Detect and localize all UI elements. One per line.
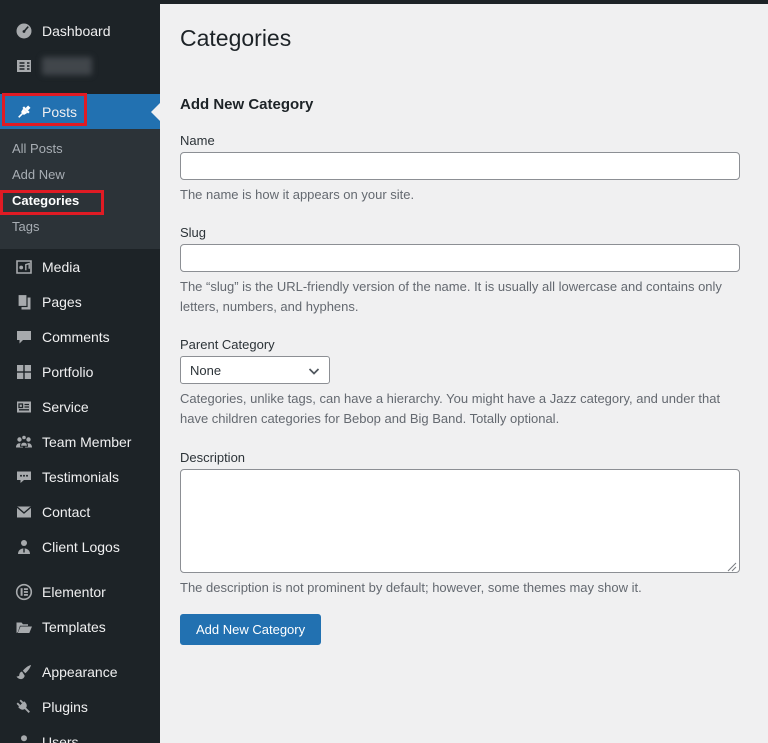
user-icon [14, 732, 34, 743]
comment-icon [14, 327, 34, 347]
sidebar-item-label: Service [42, 399, 89, 415]
parent-category-field-group: Parent Category None Categories, unlike … [180, 337, 740, 429]
sidebar-item-posts[interactable]: Posts [0, 94, 160, 129]
sidebar-item-plugins[interactable]: Plugins [0, 689, 160, 724]
sidebar-item-client-logos[interactable]: Client Logos [0, 529, 160, 564]
sidebar-item-label: Portfolio [42, 364, 93, 380]
media-icon [14, 257, 34, 277]
sidebar-item-label: Team Member [42, 434, 131, 450]
sidebar-item-label: Contact [42, 504, 90, 520]
plug-icon [14, 697, 34, 717]
sidebar-item-label: Posts [42, 104, 77, 120]
parent-category-selected-value: None [190, 363, 221, 378]
slug-help-text: The “slug” is the URL-friendly version o… [180, 277, 740, 317]
sidebar-item-label: Users [42, 734, 79, 743]
name-label: Name [180, 133, 740, 148]
parent-category-help-text: Categories, unlike tags, can have a hier… [180, 389, 740, 429]
page-title: Categories [180, 24, 740, 54]
sidebar-item-media[interactable]: Media [0, 249, 160, 284]
envelope-icon [14, 502, 34, 522]
sidebar-item-pages[interactable]: Pages [0, 284, 160, 319]
slug-field-group: Slug The “slug” is the URL-friendly vers… [180, 225, 740, 317]
sidebar-item-team-member[interactable]: Team Member [0, 424, 160, 459]
resize-handle[interactable] [727, 559, 737, 569]
sidebar-item-redacted[interactable] [0, 48, 160, 83]
description-textarea[interactable] [180, 469, 740, 573]
sidebar-item-label: Testimonials [42, 469, 119, 485]
sidebar-item-dashboard[interactable]: Dashboard [0, 13, 160, 48]
submenu-item-all-posts[interactable]: All Posts [0, 136, 160, 162]
pushpin-icon [14, 102, 34, 122]
description-label: Description [180, 450, 740, 465]
sidebar-item-label: Pages [42, 294, 82, 310]
sidebar-item-label: Elementor [42, 584, 106, 600]
sidebar-item-label: Dashboard [42, 23, 111, 39]
sidebar-item-contact[interactable]: Contact [0, 494, 160, 529]
brush-icon [14, 662, 34, 682]
sidebar-item-label: Client Logos [42, 539, 120, 555]
menu-separator [0, 644, 160, 654]
folder-icon [14, 617, 34, 637]
description-help-text: The description is not prominent by defa… [180, 578, 740, 598]
wordpress-admin: Dashboard Posts All Posts Add New Catego… [0, 0, 768, 743]
businessperson-icon [14, 537, 34, 557]
sidebar-item-label: Media [42, 259, 80, 275]
elementor-icon [14, 582, 34, 602]
sidebar-item-label: Templates [42, 619, 106, 635]
slug-label: Slug [180, 225, 740, 240]
sidebar-item-service[interactable]: Service [0, 389, 160, 424]
description-field-group: Description The description is not promi… [180, 450, 740, 598]
groups-icon [14, 432, 34, 452]
submenu-item-add-new[interactable]: Add New [0, 162, 160, 188]
sidebar-item-label: Appearance [42, 664, 118, 680]
redacted-label [42, 57, 92, 75]
dashboard-icon [14, 21, 34, 41]
categories-page: Categories Add New Category Name The nam… [160, 4, 768, 743]
slug-input[interactable] [180, 244, 740, 272]
sidebar-item-testimonials[interactable]: Testimonials [0, 459, 160, 494]
name-input[interactable] [180, 152, 740, 180]
sidebar-item-templates[interactable]: Templates [0, 609, 160, 644]
sidebar-item-elementor[interactable]: Elementor [0, 574, 160, 609]
name-field-group: Name The name is how it appears on your … [180, 133, 740, 205]
form-icon [14, 56, 34, 76]
sidebar-item-users[interactable]: Users [0, 724, 160, 743]
name-help-text: The name is how it appears on your site. [180, 185, 740, 205]
add-new-category-button[interactable]: Add New Category [180, 614, 321, 645]
sidebar-item-label: Plugins [42, 699, 88, 715]
admin-sidebar: Dashboard Posts All Posts Add New Catego… [0, 0, 160, 743]
submenu-item-tags[interactable]: Tags [0, 214, 160, 240]
sidebar-item-label: Comments [42, 329, 110, 345]
parent-category-select[interactable]: None [180, 356, 330, 384]
menu-separator [0, 564, 160, 574]
sidebar-item-appearance[interactable]: Appearance [0, 654, 160, 689]
sidebar-item-portfolio[interactable]: Portfolio [0, 354, 160, 389]
submenu-item-categories[interactable]: Categories [0, 188, 160, 214]
index-card-icon [14, 397, 34, 417]
pages-icon [14, 292, 34, 312]
posts-submenu: All Posts Add New Categories Tags [0, 129, 160, 249]
chat-icon [14, 467, 34, 487]
chevron-down-icon [306, 363, 322, 382]
current-menu-arrow [151, 103, 160, 121]
grid-icon [14, 362, 34, 382]
sidebar-item-comments[interactable]: Comments [0, 319, 160, 354]
add-new-category-heading: Add New Category [180, 96, 740, 113]
parent-category-label: Parent Category [180, 337, 740, 352]
